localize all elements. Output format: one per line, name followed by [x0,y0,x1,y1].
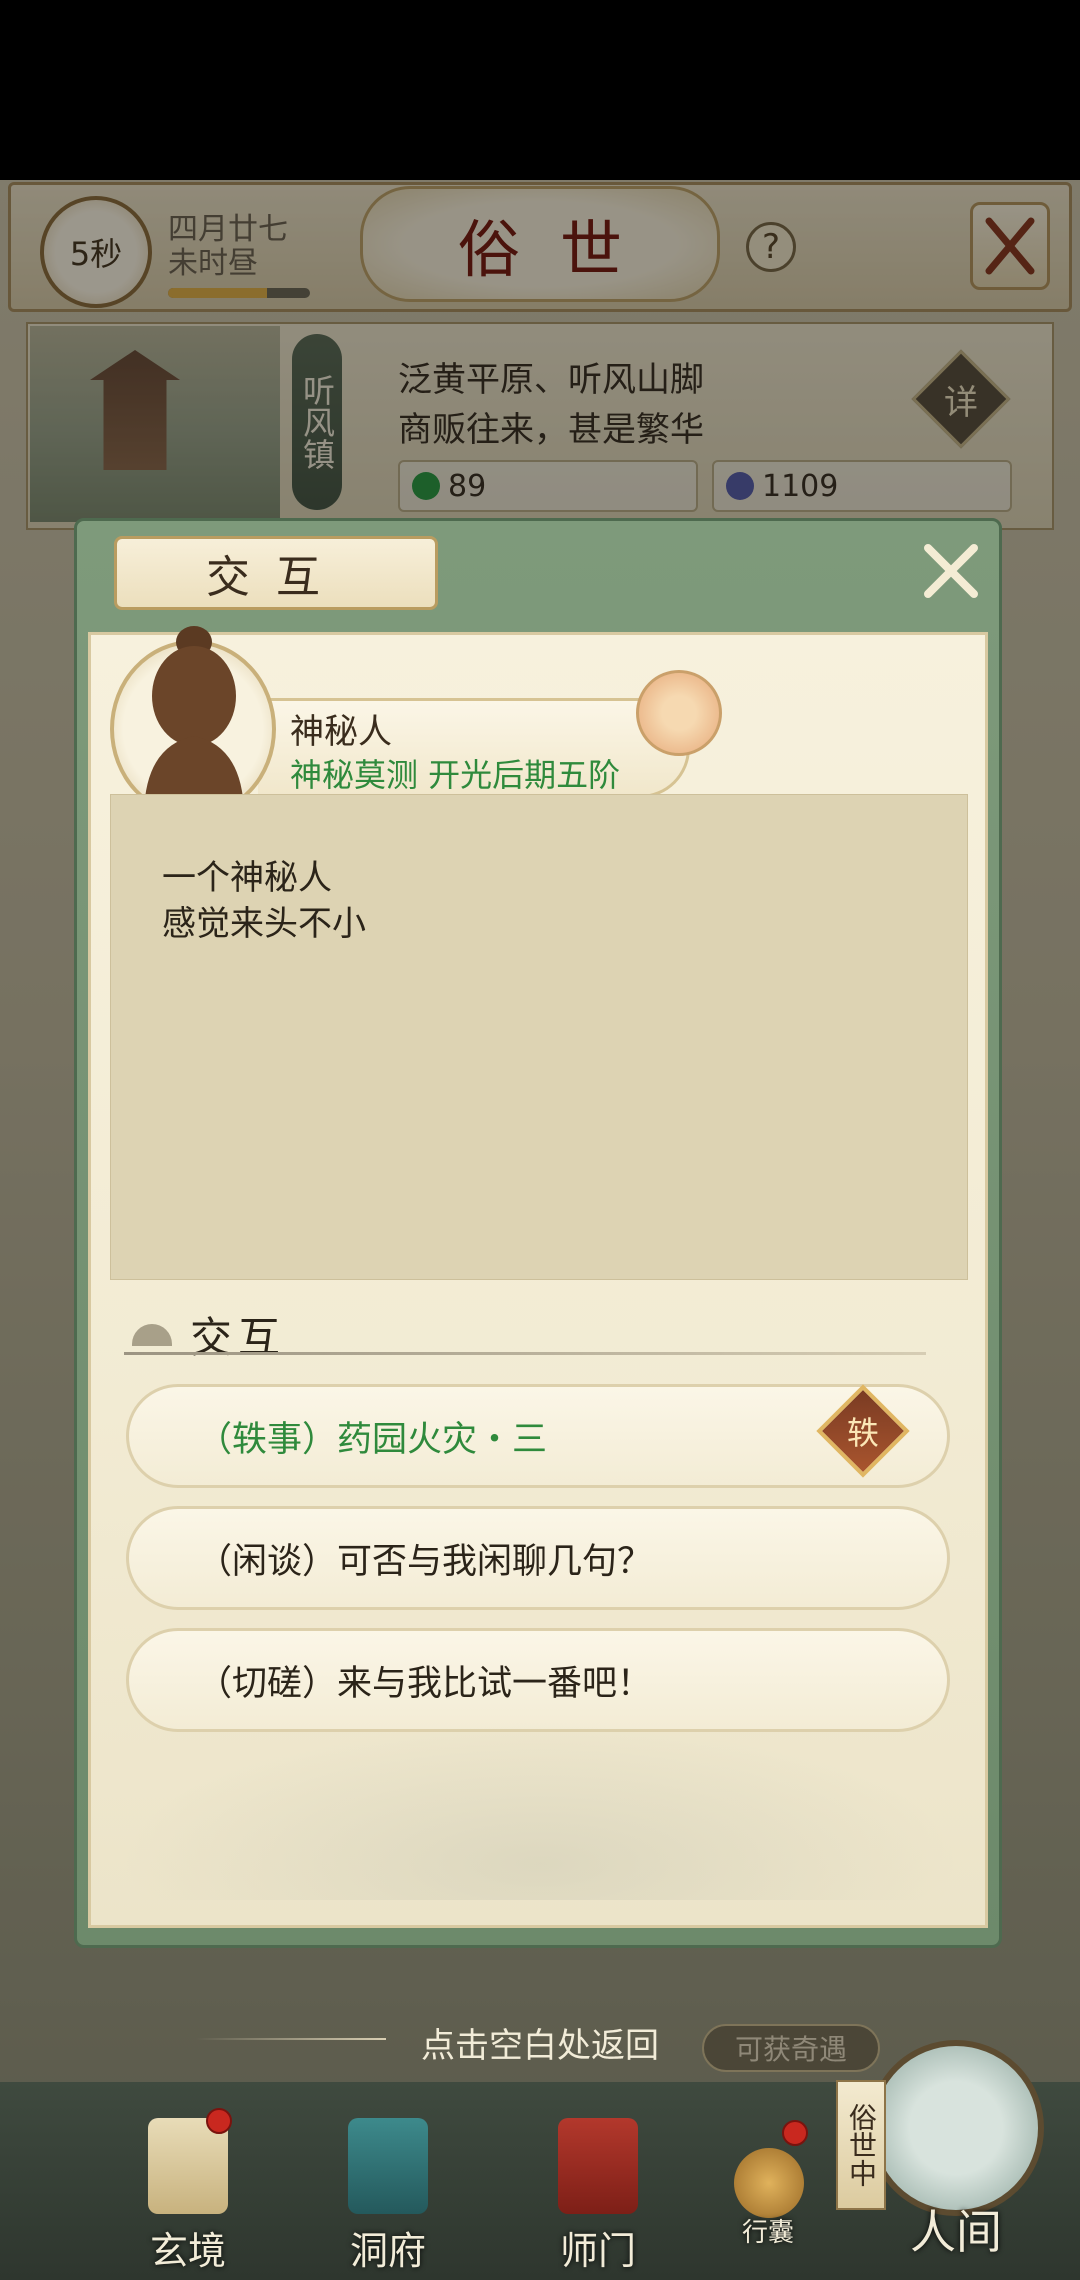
npc-desc-line1: 一个神秘人 [162,858,332,898]
nav-label-xuanjing: 玄境 [149,2229,226,2273]
npc-portrait [144,626,244,812]
world-map-button[interactable] [868,2040,1044,2216]
nav-label-xingnang: 行囊 [741,2218,794,2248]
nav-item-xingnang[interactable]: 行囊 [698,2108,838,2278]
option-chat-label: （闲谈）可否与我闲聊几句？ [197,1541,653,1582]
close-icon [924,544,978,598]
world-label: 人间 [910,2205,1002,2259]
fan-ornament-icon [636,670,722,756]
anecdote-badge-label: 轶 [846,1414,879,1452]
dialog-title: 交互 [114,536,438,610]
pavilion-icon [348,2118,428,2214]
nav-item-xuanjing[interactable]: 玄境 [118,2108,258,2278]
nav-item-dongfu[interactable]: 洞府 [318,2108,458,2278]
dialog-close-button[interactable] [916,536,986,606]
nav-label-dongfu: 洞府 [349,2229,426,2273]
section-divider [124,1352,926,1355]
option-anecdote-label: （轶事）药园火灾・三 [197,1419,548,1460]
world-status-tag: 俗世中 [836,2080,886,2210]
bag-icon [734,2148,804,2218]
nav-label-shimen: 师门 [559,2229,636,2273]
npc-name: 神秘人 [290,712,392,752]
section-title: 交互 [190,1313,287,1362]
option-spar[interactable]: （切磋）来与我比试一番吧！ [126,1628,950,1732]
top-black-band [0,0,1080,180]
option-chat[interactable]: （闲谈）可否与我闲聊几句？ [126,1506,950,1610]
npc-rank: 神秘莫测 开光后期五阶 [290,756,621,794]
npc-desc-line2: 感觉来头不小 [162,904,366,944]
banner-icon [558,2118,638,2214]
option-spar-label: （切磋）来与我比试一番吧！ [197,1663,653,1704]
notification-dot [782,2120,808,2146]
chance-button[interactable]: 可获奇遇 [702,2024,880,2072]
notification-dot [206,2108,232,2134]
mist-decoration [120,1720,960,1900]
nav-item-shimen[interactable]: 师门 [528,2108,668,2278]
